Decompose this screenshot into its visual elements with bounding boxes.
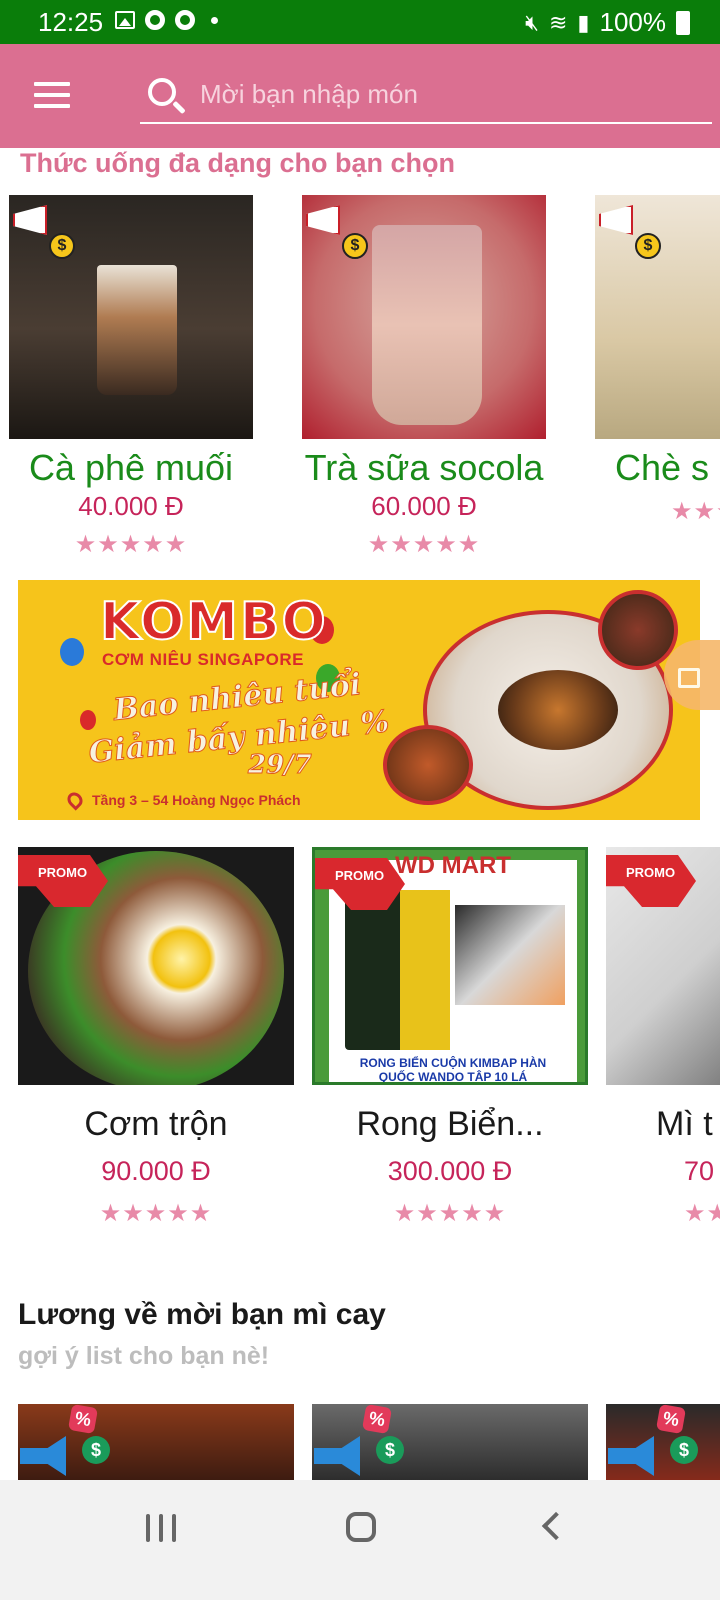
system-navigation-bar [0, 1480, 720, 1600]
coin-icon: $ [635, 233, 661, 259]
product-card-drink[interactable]: $ Chè s ★★★★★ [595, 195, 720, 526]
product-name[interactable]: Chè s [595, 447, 720, 489]
banner-date: 29/7 [248, 750, 313, 781]
chrome-icon [145, 10, 165, 30]
search-input[interactable] [200, 72, 700, 116]
list-card[interactable]: % $ [312, 1404, 588, 1484]
app-header [0, 44, 720, 148]
product-price: 40.000 Đ [78, 491, 184, 521]
back-icon[interactable] [541, 1511, 571, 1541]
product-image[interactable]: $ [9, 195, 253, 439]
kimbap-photos [455, 905, 565, 1005]
image-caption-line2: QUỐC WANDO TẬP 10 LÁ [378, 1070, 528, 1084]
product-name[interactable]: Mì t [606, 1105, 720, 1144]
product-price: 60.000 Đ [371, 491, 477, 521]
status-bar: 12:25 🔇︎ ≋ ▮ 100% [0, 0, 720, 44]
discount-percent-icon: % [361, 1404, 393, 1435]
promo-tag: PROMO [18, 855, 108, 907]
product-image[interactable]: $ [595, 195, 720, 439]
megaphone-icon [306, 205, 340, 235]
megaphone-icon [20, 1436, 66, 1476]
coin-icon: $ [82, 1436, 110, 1464]
product-price: 70 [684, 1156, 715, 1186]
banner-claypot [498, 670, 618, 750]
rating-stars: ★★★★★ [99, 1200, 213, 1227]
discount-percent-icon: % [655, 1404, 687, 1435]
coin-icon: $ [376, 1436, 404, 1464]
rating-stars: ★★★★★ [671, 498, 720, 525]
promo-tag: PROMO [606, 855, 696, 907]
product-image[interactable]: WD MART RONG BIỂN CUỘN KIMBAP HÀN QUỐC W… [312, 847, 588, 1085]
wifi-icon: ≋ [548, 9, 568, 35]
list-card[interactable]: % $ [606, 1404, 720, 1484]
balloon-decoration [60, 638, 84, 666]
signal-icon: ▮ [577, 9, 590, 35]
balloon-decoration [80, 710, 96, 730]
image-caption-line1: RONG BIỂN CUỘN KIMBAP HÀN [359, 1056, 547, 1070]
image-caption: RONG BIỂN CUỘN KIMBAP HÀN QUỐC WANDO TẬP… [329, 1056, 577, 1084]
megaphone-icon [314, 1436, 360, 1476]
rating-stars: ★★★★★ [684, 1200, 720, 1227]
megaphone-icon [608, 1436, 654, 1476]
search-icon[interactable] [148, 78, 176, 106]
location-pin-icon [64, 789, 86, 811]
product-name[interactable]: Trà sữa socola [302, 447, 546, 489]
hamburger-menu-icon[interactable] [34, 82, 70, 108]
recent-apps-icon[interactable] [146, 1514, 176, 1542]
product-card-food[interactable]: WD MART RONG BIỂN CUỘN KIMBAP HÀN QUỐC W… [312, 847, 588, 1228]
dot-icon [211, 16, 218, 24]
milk-tea-cup-illustration [372, 225, 482, 425]
mute-icon: 🔇︎ [525, 9, 539, 35]
promo-banner[interactable]: KOMBO CƠM NIÊU SINGAPORE Bao nhiêu tuổi … [18, 580, 700, 820]
banner-subheadline: CƠM NIÊU SINGAPORE [102, 650, 305, 669]
coin-icon: $ [342, 233, 368, 259]
promo-megaphone-badge: $ [11, 197, 75, 259]
product-name[interactable]: Cà phê muối [9, 447, 253, 489]
rating-stars: ★★★★★ [393, 1200, 507, 1227]
coin-icon: $ [670, 1436, 698, 1464]
list-section-subtitle: gợi ý list cho bạn nè! [18, 1342, 270, 1370]
rating-stars: ★★★★★ [367, 531, 481, 558]
status-system-icons: 🔇︎ ≋ ▮ 100% [525, 7, 690, 38]
list-card[interactable]: % $ [18, 1404, 294, 1484]
product-card-drink[interactable]: $ Trà sữa socola 60.000 Đ ★★★★★ [302, 195, 546, 559]
banner-headline: KOMBO [99, 591, 328, 653]
seaweed-pack-label [400, 890, 450, 1050]
list-section-title: Lương về mời bạn mì cay [18, 1298, 386, 1331]
battery-percent: 100% [599, 7, 667, 37]
megaphone-icon [599, 205, 633, 235]
status-notification-icons [115, 10, 218, 30]
promo-megaphone-badge: $ [304, 197, 368, 259]
home-icon[interactable] [346, 1512, 376, 1542]
product-name[interactable]: Cơm trộn [18, 1105, 294, 1144]
image-brand-text: WD MART [395, 852, 511, 879]
image-icon [115, 11, 135, 29]
chrome-icon [175, 10, 195, 30]
banner-food-plate-small [383, 725, 473, 805]
battery-icon [676, 10, 690, 35]
product-image[interactable]: PROMO [18, 847, 294, 1085]
product-image[interactable]: PROMO [606, 847, 720, 1085]
coin-icon: $ [49, 233, 75, 259]
banner-address: Tầng 3 – 54 Hoàng Ngọc Phách [92, 792, 301, 808]
product-card-drink[interactable]: $ Cà phê muối 40.000 Đ ★★★★★ [9, 195, 253, 559]
product-name[interactable]: Rong Biển... [312, 1105, 588, 1144]
product-card-food[interactable]: PROMO Mì t 70 ★★★★★ [606, 847, 720, 1228]
promo-megaphone-badge: $ [597, 197, 661, 259]
coffee-glass-illustration [97, 265, 177, 395]
product-image[interactable]: $ [302, 195, 546, 439]
rating-stars: ★★★★★ [74, 531, 188, 558]
product-price: 300.000 Đ [387, 1156, 513, 1186]
drinks-section-title: Thức uống đa dạng cho bạn chọn [20, 148, 456, 178]
product-card-food[interactable]: PROMO Cơm trộn 90.000 Đ ★★★★★ [18, 847, 294, 1228]
megaphone-icon [13, 205, 47, 235]
banner-food-plate-small [598, 590, 678, 670]
status-time: 12:25 [38, 7, 104, 37]
product-price: 90.000 Đ [101, 1156, 211, 1186]
discount-percent-icon: % [67, 1404, 99, 1435]
search-bar[interactable] [140, 66, 712, 124]
